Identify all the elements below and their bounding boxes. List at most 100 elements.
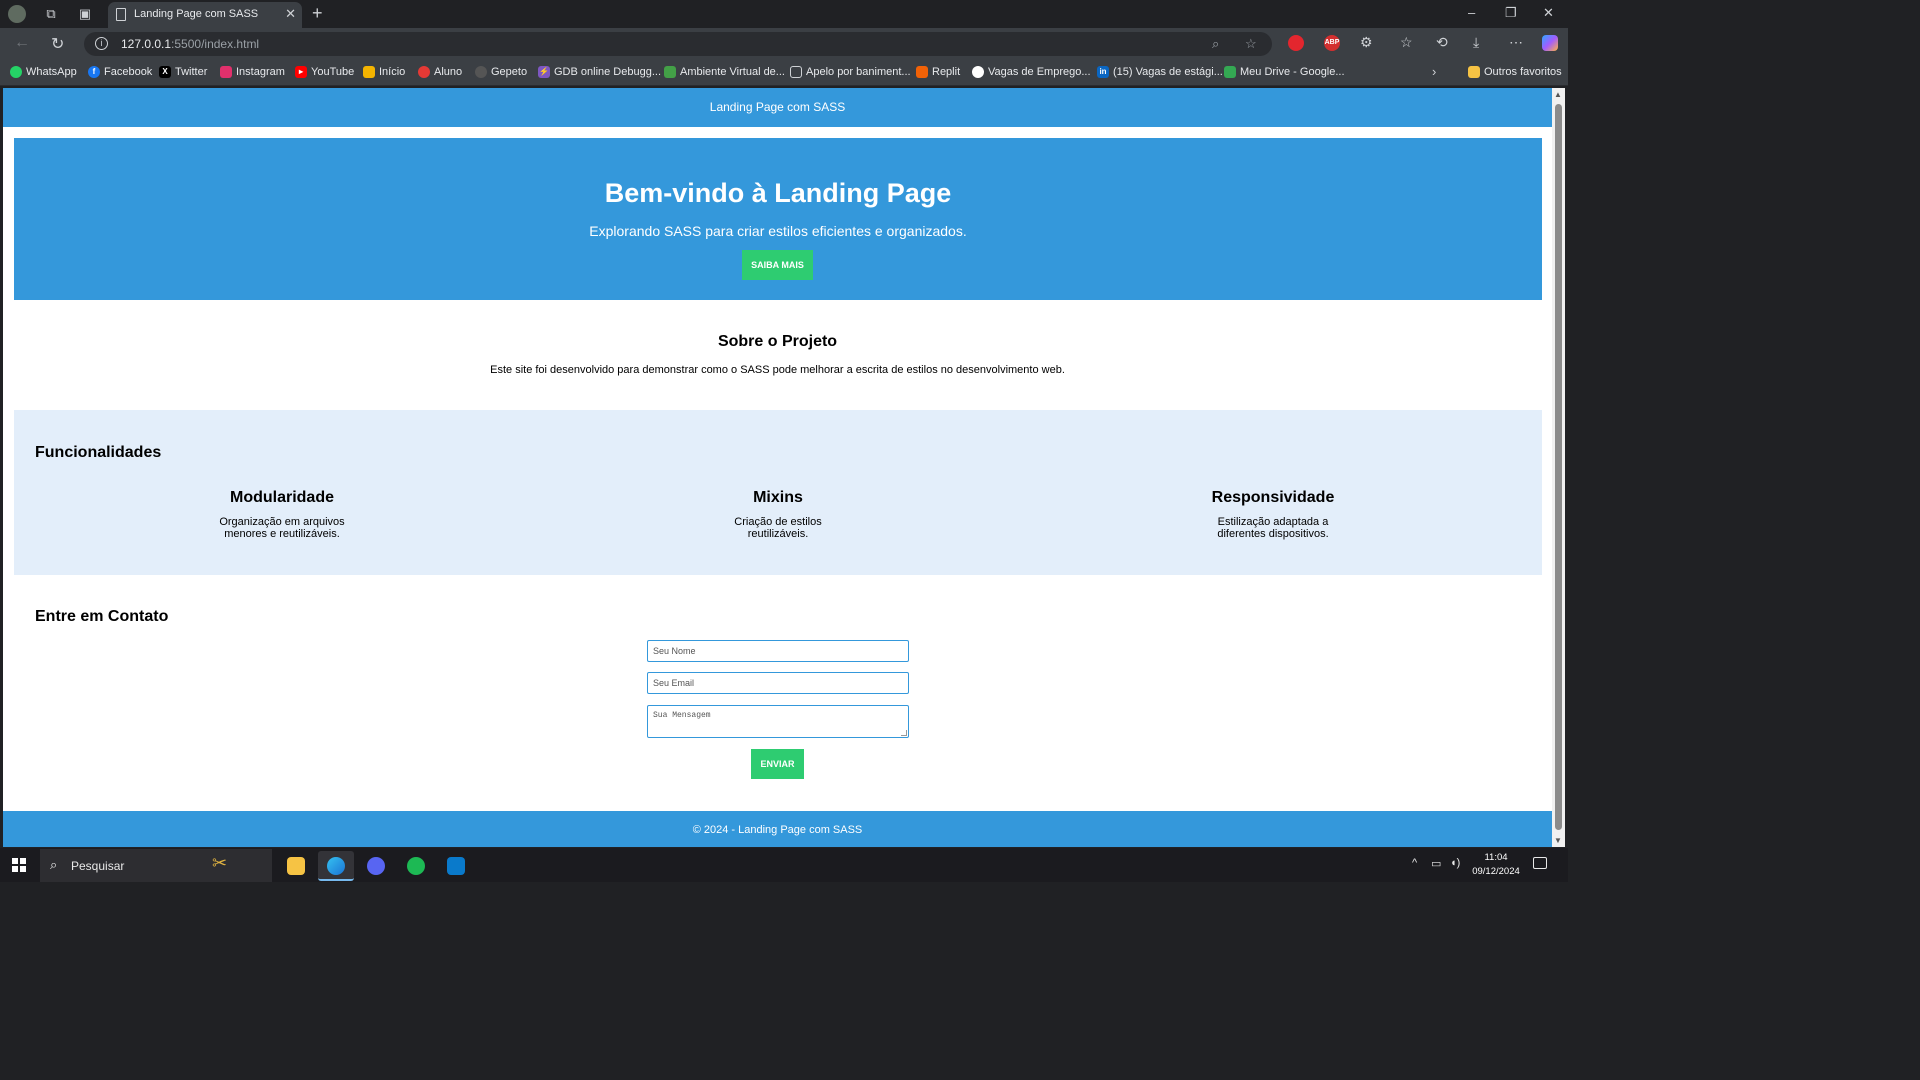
history-icon[interactable]: ⟲ (1436, 34, 1448, 51)
bookmark-linkedin[interactable]: in (15) Vagas de estági... (1097, 66, 1223, 78)
feature-title: Responsividade (1211, 489, 1335, 506)
openai-icon (475, 66, 487, 78)
bookmark-ava[interactable]: Ambiente Virtual de... (664, 66, 785, 78)
bookmark-whatsapp[interactable]: WhatsApp (10, 66, 77, 78)
bookmark-gdb[interactable]: ⚡ GDB online Debugg... (538, 66, 661, 78)
hero-title: Bem-vindo à Landing Page (604, 178, 952, 208)
bookmark-instagram[interactable]: Instagram (220, 66, 285, 78)
feature-card-responsividade: Responsividade Estilização adaptada a di… (1173, 489, 1373, 540)
browser-tabbar: ⧉ ▣ Landing Page com SASS ✕ + – ❐ ✕ (0, 0, 1568, 28)
tab-active[interactable]: Landing Page com SASS ✕ (108, 2, 302, 28)
site-header: Landing Page com SASS (3, 88, 1552, 127)
taskbar-discord[interactable] (358, 851, 394, 881)
close-tab-icon[interactable]: ✕ (285, 6, 296, 22)
scroll-thumb[interactable] (1555, 104, 1562, 830)
about-title: Sobre o Projeto (717, 333, 838, 350)
ava-icon (664, 66, 676, 78)
hero-section: Bem-vindo à Landing Page Explorando SASS… (14, 138, 1542, 300)
page-icon (116, 8, 126, 21)
folder-icon (1468, 66, 1480, 78)
page-scrollbar[interactable]: ▲ ▼ (1552, 88, 1565, 847)
feature-text: Criação de estilos reutilizáveis. (734, 516, 822, 540)
volume-icon[interactable]: ◖) (1450, 857, 1460, 869)
name-input[interactable]: Seu Nome (647, 640, 909, 662)
email-input[interactable]: Seu Email (647, 672, 909, 694)
favorites-icon[interactable]: ☆ (1400, 34, 1413, 51)
enviar-button[interactable]: Enviar (751, 749, 804, 779)
file-explorer-icon (287, 857, 305, 875)
taskbar-clock[interactable]: 11:04 09/12/2024 (1468, 851, 1524, 879)
feature-title: Modularidade (229, 489, 334, 506)
site-info-icon[interactable]: i (95, 37, 108, 50)
features-section: Funcionalidades Modularidade Organização… (14, 410, 1542, 575)
close-window-button[interactable]: ✕ (1543, 5, 1554, 21)
scroll-up-icon[interactable]: ▲ (1554, 90, 1562, 99)
bookmark-vagas[interactable]: Vagas de Emprego... (972, 66, 1091, 78)
saiba-mais-button[interactable]: Saiba Mais (742, 250, 813, 280)
taskbar-file-explorer[interactable] (278, 851, 314, 881)
vagas-icon (972, 66, 984, 78)
vscode-icon (447, 857, 465, 875)
favorite-star-icon[interactable]: ☆ (1245, 36, 1257, 52)
address-bar[interactable]: i 127.0.0.1:5500/index.html ⌕ ☆ (84, 32, 1272, 56)
new-tab-button[interactable]: + (312, 3, 323, 24)
profile-avatar-icon[interactable] (8, 5, 26, 23)
taskbar-spotify[interactable] (398, 851, 434, 881)
downloads-icon[interactable]: ⤓ (1473, 34, 1479, 51)
extensions-icon[interactable]: ⚙ (1360, 34, 1373, 51)
vertical-tabs-icon[interactable]: ▣ (76, 5, 94, 23)
aluno-icon (418, 66, 430, 78)
search-icon: ⌕ (50, 857, 58, 872)
copilot-icon[interactable] (1542, 35, 1558, 51)
tray-overflow-icon[interactable]: ^ (1412, 857, 1417, 869)
feature-text: Estilização adaptada a diferentes dispos… (1217, 516, 1329, 540)
bookmark-apelo[interactable]: Apelo por baniment... (790, 66, 911, 78)
home-icon (363, 66, 375, 78)
minimize-button[interactable]: – (1468, 5, 1475, 20)
bookmarks-bar: WhatsApp f Facebook X Twitter Instagram ▸ Y… (0, 60, 1568, 86)
hero-subtitle: Explorando SASS para criar estilos efici… (589, 223, 967, 239)
url-text[interactable]: 127.0.0.1:5500/index.html (121, 37, 259, 51)
bookmark-outros-favoritos[interactable]: Outros favoritos (1468, 66, 1562, 78)
network-icon[interactable]: ▭ (1431, 857, 1441, 870)
adblock-plus-icon[interactable]: ABP (1324, 35, 1340, 51)
restore-button[interactable]: ❐ (1505, 5, 1517, 21)
page-viewport: Landing Page com SASS Bem-vindo à Landin… (3, 88, 1552, 847)
bookmark-drive[interactable]: Meu Drive - Google... (1224, 66, 1345, 78)
site-footer: © 2024 - Landing Page com SASS (3, 811, 1552, 847)
bookmark-youtube[interactable]: ▸ YouTube (295, 66, 354, 78)
bookmarks-overflow-icon[interactable]: › (1432, 64, 1436, 79)
windows-start-icon[interactable] (12, 858, 26, 872)
contact-title: Entre em Contato (35, 608, 169, 625)
windows-taskbar: ⌕ Pesquisar ✂ ^ ▭ ◖) 11:04 09/12/2024 (0, 848, 1568, 882)
replit-icon (916, 66, 928, 78)
notification-icon[interactable] (1533, 857, 1547, 869)
whatsapp-icon (10, 66, 22, 78)
scroll-down-icon[interactable]: ▼ (1554, 836, 1562, 845)
taskbar-vscode[interactable] (438, 851, 474, 881)
edge-icon (327, 857, 345, 875)
discord-icon (367, 857, 385, 875)
bookmark-gepeto[interactable]: Gepeto (475, 66, 527, 78)
clock-time: 11:04 (1484, 852, 1508, 863)
taskbar-edge[interactable] (318, 851, 354, 881)
bookmark-aluno[interactable]: Aluno (418, 66, 462, 78)
workspaces-icon[interactable]: ⧉ (42, 5, 60, 23)
bookmark-facebook[interactable]: f Facebook (88, 66, 152, 78)
bookmark-replit[interactable]: Replit (916, 66, 960, 78)
about-section: Sobre o Projeto Este site foi desenvolvi… (3, 300, 1552, 410)
instagram-icon (220, 66, 232, 78)
opera-vpn-icon[interactable] (1288, 35, 1304, 51)
clock-date: 09/12/2024 (1472, 866, 1520, 877)
taskbar-search[interactable]: ⌕ Pesquisar ✂ (40, 849, 272, 882)
more-menu-icon[interactable]: ⋯ (1509, 34, 1523, 51)
message-textarea[interactable]: Sua Mensagem (647, 705, 909, 738)
about-text: Este site foi desenvolvido para demonstr… (490, 364, 1065, 376)
bookmark-twitter[interactable]: X Twitter (159, 66, 207, 78)
drive-icon (1224, 66, 1236, 78)
back-icon[interactable]: ← (14, 34, 30, 52)
zoom-icon[interactable]: ⌕ (1212, 36, 1219, 52)
reload-icon[interactable]: ↻ (51, 34, 64, 54)
resize-grip-icon[interactable] (901, 730, 907, 736)
bookmark-inicio[interactable]: Início (363, 66, 405, 78)
